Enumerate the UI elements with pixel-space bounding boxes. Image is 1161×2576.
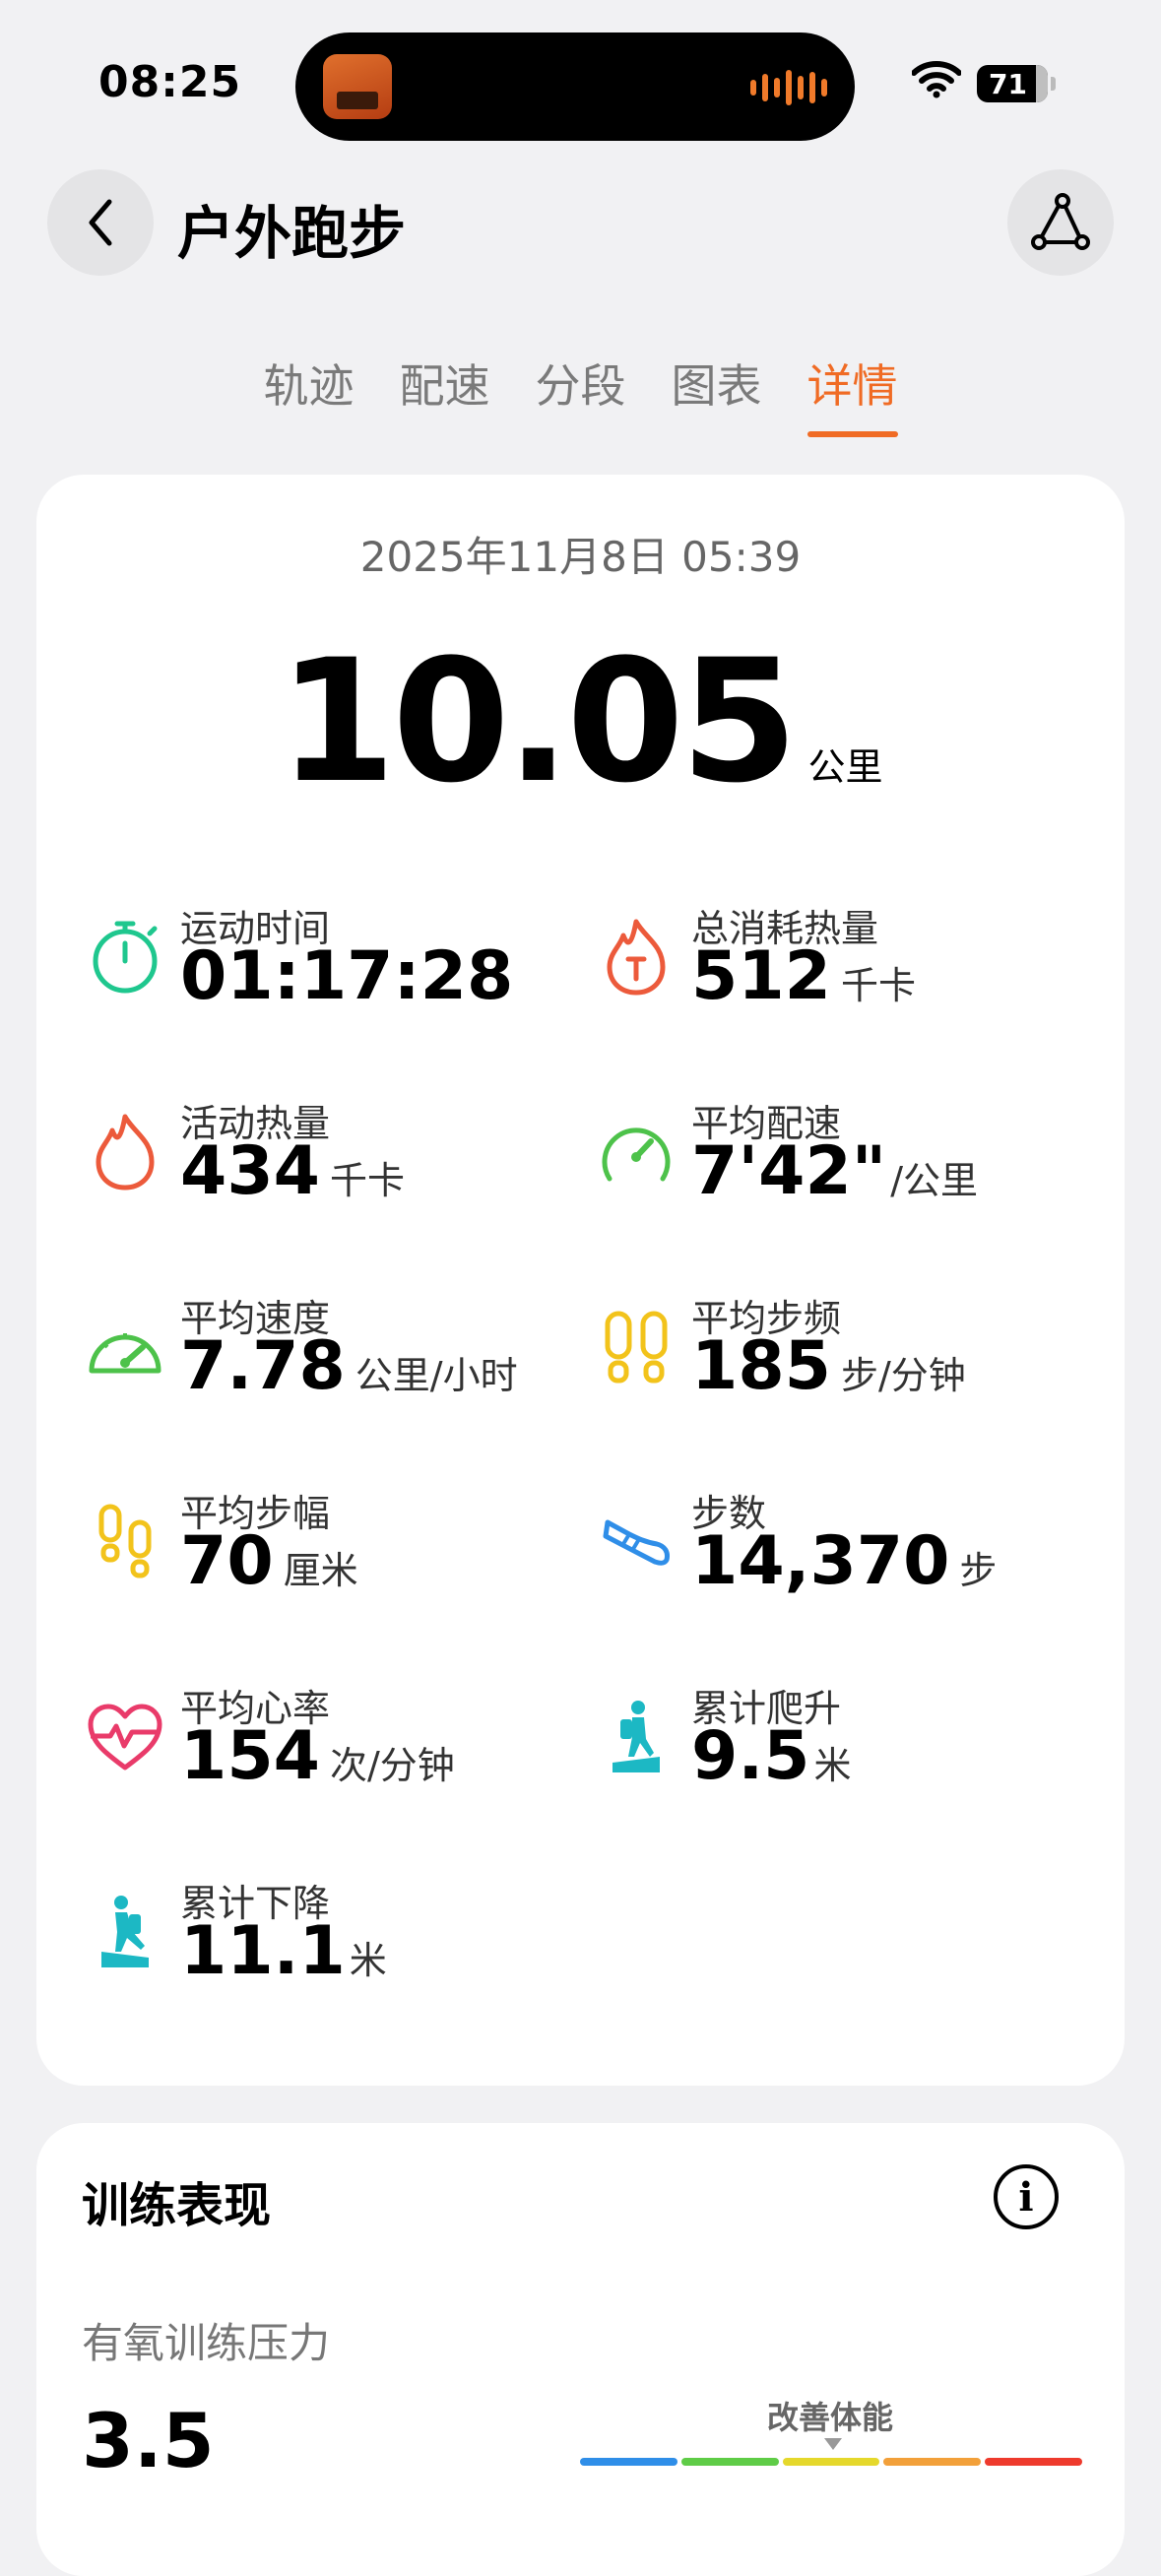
- scale-segment: [782, 2458, 880, 2466]
- metric-unit: /公里: [890, 1159, 979, 1202]
- training-performance-card: 训练表现 i 有氧训练压力 3.5 改善体能: [36, 2123, 1125, 2576]
- training-title: 训练表现: [82, 2178, 272, 2233]
- tab-bar: 轨迹 配速 分段 图表 详情: [0, 351, 1161, 437]
- metric-unit: 厘米: [283, 1549, 358, 1592]
- hiker-descent-icon: [86, 1893, 164, 1971]
- scale-segment: [680, 2458, 779, 2466]
- speedometer-icon: [86, 1308, 164, 1386]
- metric-unit: 千卡: [329, 1159, 405, 1202]
- tab-details[interactable]: 详情: [806, 351, 898, 437]
- back-button[interactable]: [47, 169, 154, 276]
- training-effect-scale: [580, 2458, 1082, 2466]
- metric-value: 14,370: [691, 1522, 950, 1600]
- metric-unit: 次/分钟: [329, 1744, 455, 1787]
- tab-charts[interactable]: 图表: [672, 351, 762, 437]
- wifi-icon: [912, 61, 961, 98]
- tab-track[interactable]: 轨迹: [264, 351, 355, 437]
- metric-value: 434: [180, 1132, 320, 1210]
- metric-value: 7.78: [180, 1327, 346, 1405]
- page-title: 户外跑步: [177, 200, 407, 267]
- total-calories-icon: [597, 918, 676, 997]
- info-icon[interactable]: i: [994, 2164, 1059, 2229]
- metric-value: 7'42": [691, 1132, 887, 1210]
- audio-wave-icon: [750, 68, 827, 107]
- heart-rate-icon: [86, 1698, 164, 1776]
- stride-footprints-icon: [86, 1503, 164, 1581]
- metric-unit: 米: [813, 1744, 852, 1787]
- stopwatch-icon: [86, 918, 164, 997]
- distance-unit: 公里: [807, 745, 883, 789]
- aerobic-load-label: 有氧训练压力: [82, 2319, 331, 2367]
- total-distance: 10.05 公里: [36, 622, 1125, 820]
- status-time: 08:25: [98, 57, 242, 107]
- metric-unit: 千卡: [840, 964, 916, 1007]
- metric-value: 512: [691, 937, 831, 1015]
- scale-level-label: 改善体能: [767, 2399, 894, 2436]
- tab-pace[interactable]: 配速: [400, 351, 490, 437]
- metric-unit: 步: [959, 1549, 998, 1592]
- pace-gauge-icon: [597, 1113, 676, 1191]
- metric-value: 70: [180, 1522, 274, 1600]
- aerobic-load-value: 3.5: [82, 2397, 215, 2484]
- flame-icon: [86, 1113, 164, 1191]
- footprints-icon: [597, 1308, 676, 1386]
- tab-splits[interactable]: 分段: [536, 351, 626, 437]
- shoe-icon: [597, 1503, 676, 1581]
- metric-value: 154: [180, 1717, 320, 1795]
- metric-value: 9.5: [691, 1717, 810, 1795]
- metric-value: 185: [691, 1327, 831, 1405]
- battery-indicator: 71: [977, 65, 1056, 102]
- metric-unit: 公里/小时: [355, 1354, 518, 1397]
- scale-segment: [580, 2458, 677, 2466]
- route-share-button[interactable]: [1007, 169, 1114, 276]
- metric-value: 11.1: [180, 1912, 346, 1990]
- hiker-ascent-icon: [597, 1698, 676, 1776]
- scale-segment: [883, 2458, 982, 2466]
- scale-segment: [985, 2458, 1082, 2466]
- route-icon: [1031, 193, 1090, 250]
- battery-level: 71: [989, 67, 1027, 100]
- scale-marker-icon: [824, 2438, 842, 2450]
- metric-unit: 步/分钟: [840, 1354, 966, 1397]
- live-activity-app-icon: [323, 54, 392, 119]
- distance-value: 10.05: [278, 622, 798, 820]
- metric-unit: 米: [349, 1939, 387, 1982]
- metric-value: 01:17:28: [180, 937, 514, 1015]
- chevron-left-icon: [89, 199, 112, 246]
- workout-date: 2025年11月8日 05:39: [359, 533, 802, 581]
- workout-summary-card: 2025年11月8日 05:39 10.05 公里 运动时间 01:17:28 总…: [36, 475, 1125, 2086]
- dynamic-island[interactable]: [295, 32, 855, 141]
